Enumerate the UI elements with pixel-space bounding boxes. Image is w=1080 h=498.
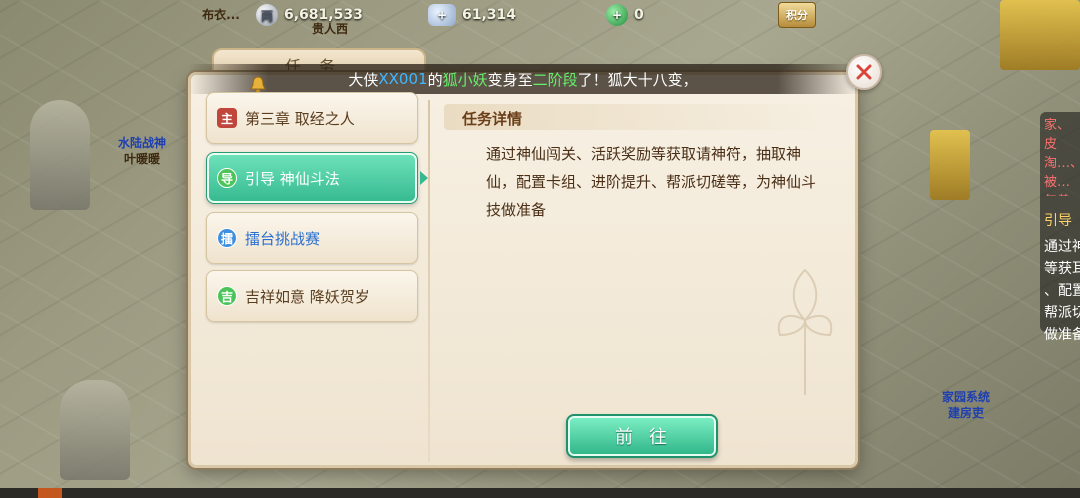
detail-title: 任务详情 [462,110,523,128]
side-task-line: 等获耳 [1044,261,1080,277]
festival-quest-icon: 吉 [217,286,237,306]
ingot-resource: + 61,314 [428,4,516,26]
notice-player-name[interactable]: XX001 [378,70,427,88]
main-quest-icon: 主 [217,108,237,128]
gold-pavilion [1000,0,1080,70]
arena-quest-icon: 擂 [217,228,237,248]
silver-coin-icon: 两 [256,4,278,26]
selected-arrow-icon [420,171,428,185]
system-notice: 大侠 XX001 的 狐小妖 变身至 二阶段 了！狐大十八变， [188,64,858,94]
notice-stage: 二阶段 [532,70,578,89]
bottom-bar [0,488,1080,498]
stone-lantern [30,100,90,210]
quest-item-festival[interactable]: 吉 吉祥如意 降妖贺岁 [206,270,418,322]
gold-statue [930,130,970,200]
notice-text: 变身至 [487,70,533,89]
quest-item-main[interactable]: 主 第三章 取经之人 [206,92,418,144]
stone-lantern [60,380,130,480]
npc-top-name[interactable]: 布衣... [196,8,246,22]
score-button[interactable]: 积分 [778,2,816,28]
silver-resource: 两 6,681,533 [256,4,363,26]
notice-text: 的 [427,70,443,89]
notice-text: 了！狐大十八变， [577,70,698,89]
close-button[interactable] [846,54,882,90]
side-task-line: 帮派切 [1044,305,1080,321]
side-task-line: 通过神 [1044,239,1080,255]
npc-right-title[interactable]: 家园系统 [934,390,998,404]
quest-item-arena[interactable]: 擂 擂台挑战赛 [206,212,418,264]
quest-label: 吉祥如意 降妖贺岁 [245,287,370,306]
jade-resource: + 0 [606,4,644,26]
npc-left-name[interactable]: 叶暖暖 [110,152,174,166]
go-button[interactable]: 前往 [566,414,718,458]
jade-amount: 0 [634,7,644,23]
level-tag [38,488,62,498]
ingot-add-icon[interactable]: + [428,4,456,26]
quest-label: 擂台挑战赛 [245,229,321,248]
npc-right-name[interactable]: 建房吏 [934,406,998,420]
notice-pet-name: 狐小妖 [442,70,488,89]
lotus-decoration-icon [777,268,833,395]
side-task-line: 做准备 [1044,327,1080,343]
silver-amount: 6,681,533 [284,7,363,23]
quest-label: 第三章 取经之人 [245,109,355,128]
panel-divider [428,100,430,462]
ingot-amount: 61,314 [462,7,517,23]
detail-description: 通过神仙闯关、活跃奖励等获取请神符，抽取神仙，配置卡组、进阶提升、帮派切磋等，为… [486,145,817,219]
notice-text: 大侠 [348,70,379,89]
side-task-red-text: 家、皮淘…、被…年兽 [1044,118,1080,196]
quest-label: 引导 神仙斗法 [245,169,340,188]
npc-left-title[interactable]: 水陆战神 [110,136,174,150]
side-task-line: 、配置 [1044,283,1080,299]
side-task-line: 引导 [1044,213,1072,229]
quest-item-guide[interactable]: 导 引导 神仙斗法 [206,152,428,204]
close-icon [856,64,872,80]
guide-quest-icon: 导 [217,168,237,188]
jade-add-icon[interactable]: + [606,4,628,26]
